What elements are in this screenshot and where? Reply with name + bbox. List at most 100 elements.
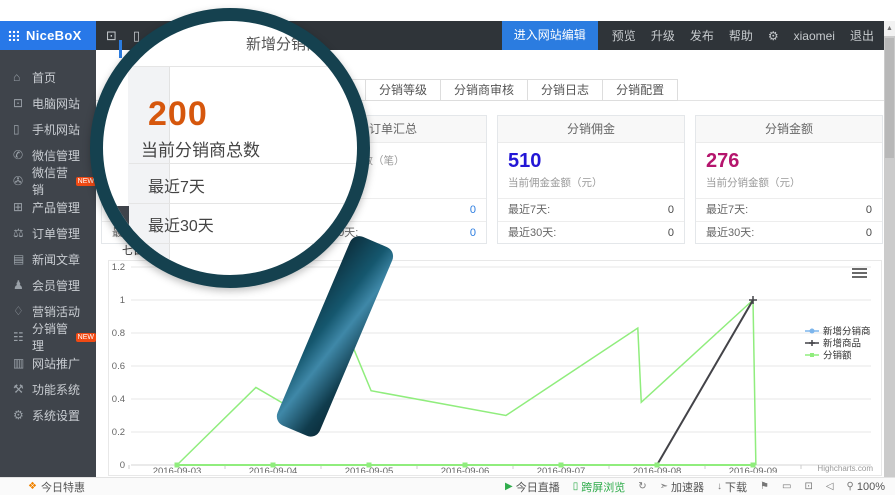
sidebar-item-0[interactable]: ⌂首页 (0, 64, 96, 90)
sound-icon: ◁ (826, 481, 834, 492)
sidebar-icon-8: ♟ (13, 278, 32, 292)
topbar-right: 进入网站编辑 预览升级发布帮助 ⚙ xiaomei 退出 (502, 21, 884, 50)
app-window: NiceBoX ⊡ ▯ 进入网站编辑 预览升级发布帮助 ⚙ xiaomei 退出 ⌂首… (0, 0, 895, 495)
svg-text:0: 0 (120, 460, 125, 471)
stat-card-3: 分销金额276当前分销金额（元）最近7天:0最近30天:0 (695, 115, 883, 244)
card-row: 最近30天:0 (696, 221, 882, 244)
sidebar-icon-2: ▯ (13, 122, 32, 136)
statusbar-refresh[interactable]: ↻ (638, 481, 646, 492)
statusbar-zoom[interactable]: ⚲100% (847, 481, 885, 493)
enter-site-edit-button[interactable]: 进入网站编辑 (502, 21, 598, 50)
legend-item-0[interactable]: 新增分销商 (805, 326, 871, 338)
card-row-value: 0 (668, 222, 674, 244)
sidebar-item-label: 电脑网站 (32, 95, 80, 112)
chart-menu-icon[interactable] (852, 268, 867, 280)
trend-chart: 00.20.40.60.811.22016-09-032016-09-04201… (109, 261, 879, 473)
sidebar-item-11[interactable]: ▥网站推广 (0, 350, 96, 376)
statusbar-folder[interactable]: ▭ (782, 481, 791, 492)
svg-text:0.4: 0.4 (112, 394, 125, 405)
scroll-up-icon[interactable]: ▲ (884, 21, 895, 36)
statusbar-download[interactable]: ↓下载 (717, 479, 747, 495)
statusbar-booster[interactable]: ➣加速器 (660, 479, 704, 495)
card-row: 最近30天:0 (498, 221, 684, 244)
tab-4[interactable]: 分销配置 (602, 79, 678, 101)
live-icon: ▶ (505, 481, 513, 492)
svg-text:0.2: 0.2 (112, 427, 125, 438)
tab-3[interactable]: 分销日志 (527, 79, 603, 101)
sidebar-item-10[interactable]: ☷分销管理NEW (0, 324, 96, 350)
sidebar-icon-12: ⚒ (13, 382, 32, 396)
todays-deal[interactable]: ❖ 今日特惠 (28, 479, 85, 495)
logo[interactable]: NiceBoX (0, 21, 96, 50)
statusbar-download-label: 下载 (725, 479, 747, 495)
sidebar-item-8[interactable]: ♟会员管理 (0, 272, 96, 298)
svg-text:0.6: 0.6 (112, 361, 125, 372)
legend-item-1[interactable]: 新增商品 (805, 338, 861, 350)
sidebar-icon-7: ▤ (13, 252, 32, 266)
svg-text:新增分销商: 新增分销商 (823, 326, 871, 338)
tab-1[interactable]: 分销等级 (365, 79, 441, 101)
sidebar-item-12[interactable]: ⚒功能系统 (0, 376, 96, 402)
statusbar-cross-screen-label: 跨屏浏览 (581, 479, 625, 495)
logout-link[interactable]: 退出 (850, 27, 874, 44)
sidebar-icon-10: ☷ (13, 330, 32, 344)
username[interactable]: xiaomei (794, 29, 835, 43)
card-row-value: 0 (668, 199, 674, 221)
sidebar-item-label: 首页 (32, 69, 56, 86)
statusbar-sound[interactable]: ◁ (826, 481, 834, 492)
sidebar-item-label: 产品管理 (32, 199, 80, 216)
sidebar-item-13[interactable]: ⚙系统设置 (0, 402, 96, 428)
sidebar-icon-3: ✆ (13, 148, 32, 162)
statusbar-window[interactable]: ⊡ (804, 481, 812, 492)
statusbar-live[interactable]: ▶今日直播 (505, 479, 560, 495)
topbar-menu-item-0[interactable]: 预览 (612, 27, 636, 44)
topbar-menu-item-2[interactable]: 发布 (690, 27, 714, 44)
card-value: 276 (706, 150, 872, 172)
svg-text:0.8: 0.8 (112, 328, 125, 339)
statusbar-flag[interactable]: ⚑ (760, 481, 769, 492)
sidebar-item-label: 功能系统 (32, 381, 80, 398)
svg-text:1: 1 (120, 295, 125, 306)
legend-item-2[interactable]: 分销额 (805, 350, 852, 362)
sidebar-item-label: 订单管理 (32, 225, 80, 242)
card-header: 分销佣金 (498, 116, 684, 143)
booster-icon: ➣ (660, 481, 668, 492)
magnifier-lens: 新增分销商 200 当前分销商总数 最近7天 最近30天 (90, 8, 370, 288)
vertical-scrollbar[interactable]: ▲ (884, 21, 895, 478)
sidebar-item-6[interactable]: ⚖订单管理 (0, 220, 96, 246)
sidebar-nav: ⌂首页⊡电脑网站▯手机网站✆微信管理✇微信营销NEW⊞产品管理⚖订单管理▤新闻文… (0, 50, 96, 428)
magnified-sidebar-sliver (103, 206, 129, 275)
card-row: 最近7天:0 (696, 198, 882, 221)
monitor-icon[interactable]: ⊡ (106, 28, 117, 44)
card-body: 276当前分销金额（元） (696, 143, 882, 198)
tab-2[interactable]: 分销商审核 (440, 79, 528, 101)
card-sublabel: 当前佣金金额（元） (508, 175, 674, 190)
status-bar: ❖ 今日特惠 ▶今日直播 ▯跨屏浏览 ↻ ➣加速器 ↓下载 ⚑ ▭ ⊡ ◁ ⚲100% (0, 477, 895, 495)
sidebar-item-7[interactable]: ▤新闻文章 (0, 246, 96, 272)
new-badge: NEW (76, 333, 96, 342)
sidebar-item-label: 微信管理 (32, 147, 80, 164)
statusbar-cross-screen[interactable]: ▯跨屏浏览 (573, 479, 626, 495)
sidebar-item-label: 微信营销 (32, 164, 72, 198)
sidebar-item-label: 会员管理 (32, 277, 80, 294)
sidebar-icon-11: ▥ (13, 356, 32, 370)
sidebar-item-4[interactable]: ✇微信营销NEW (0, 168, 96, 194)
card-row-label: 最近7天: (706, 199, 748, 221)
sidebar-item-label: 新闻文章 (32, 251, 80, 268)
highcharts-credits: Highcharts.com (817, 464, 873, 473)
sidebar-item-5[interactable]: ⊞产品管理 (0, 194, 96, 220)
statusbar-booster-label: 加速器 (671, 479, 704, 495)
card-row: 最近7天: 0 (498, 198, 684, 221)
scrollbar-thumb[interactable] (885, 38, 894, 158)
sidebar-item-1[interactable]: ⊡电脑网站 (0, 90, 96, 116)
magnified-row-30days: 最近30天 (148, 212, 214, 236)
svg-text:分销额: 分销额 (823, 350, 852, 362)
sidebar-icon-4: ✇ (13, 174, 32, 188)
topbar-menu-item-3[interactable]: 帮助 (729, 27, 753, 44)
card-row-label: 最近7天: (508, 199, 550, 221)
zoom-icon: ⚲ (847, 481, 854, 492)
topbar-menu-item-1[interactable]: 升级 (651, 27, 675, 44)
gear-icon[interactable]: ⚙ (768, 29, 779, 43)
sidebar-item-2[interactable]: ▯手机网站 (0, 116, 96, 142)
logo-text: NiceBoX (26, 28, 82, 43)
